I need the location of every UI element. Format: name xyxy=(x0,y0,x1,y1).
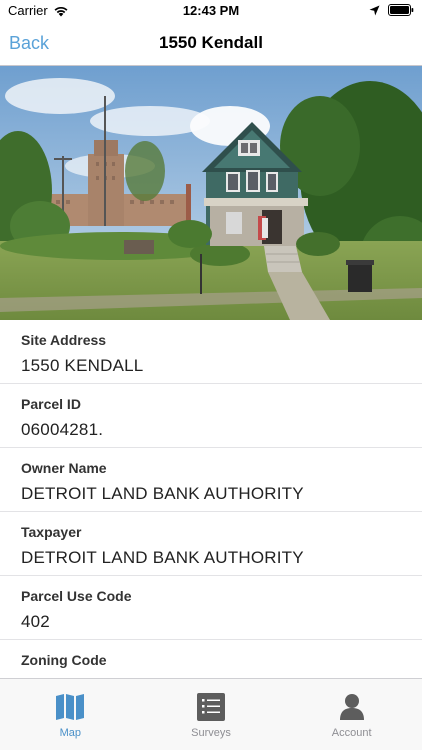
tab-bar: Map Surveys Account xyxy=(0,678,422,750)
navigation-bar: Back 1550 Kendall xyxy=(0,22,422,66)
battery-icon xyxy=(388,4,414,16)
location-arrow-icon xyxy=(369,5,380,15)
field-label: Parcel Use Code xyxy=(21,588,132,604)
status-right xyxy=(369,4,414,16)
page-title: 1550 Kendall xyxy=(159,33,263,52)
tab-label: Surveys xyxy=(191,727,231,739)
status-time: 12:43 PM xyxy=(182,3,240,18)
list-icon xyxy=(197,693,225,721)
field-label: Parcel ID xyxy=(21,396,81,412)
field-value: 06004281. xyxy=(21,420,104,439)
field-value: DETROIT LAND BANK AUTHORITY xyxy=(21,548,304,567)
person-icon xyxy=(339,694,364,720)
tab-account[interactable]: Account xyxy=(281,679,422,750)
detail-row-taxpayer: Taxpayer DETROIT LAND BANK AUTHORITY xyxy=(0,512,422,576)
tab-map[interactable]: Map xyxy=(0,679,141,750)
tab-label: Account xyxy=(331,727,372,739)
detail-row-parcel-use-code: Parcel Use Code 402 xyxy=(0,576,422,640)
detail-row-site-address: Site Address 1550 KENDALL xyxy=(0,320,422,384)
status-bar: Carrier 12:43 PM xyxy=(0,0,422,22)
detail-row-parcel-id: Parcel ID 06004281. xyxy=(0,384,422,448)
property-photo xyxy=(0,66,422,320)
field-label: Taxpayer xyxy=(21,524,82,540)
detail-row-zoning-code: Zoning Code R2 xyxy=(0,640,422,678)
field-value: 1550 KENDALL xyxy=(21,356,144,375)
parcel-details-list[interactable]: Site Address 1550 KENDALL Parcel ID 0600… xyxy=(0,320,422,678)
field-label: Site Address xyxy=(21,332,107,348)
field-value: DETROIT LAND BANK AUTHORITY xyxy=(21,484,304,503)
map-icon xyxy=(56,694,85,720)
detail-row-owner-name: Owner Name DETROIT LAND BANK AUTHORITY xyxy=(0,448,422,512)
street-view-image xyxy=(0,66,422,320)
tab-label: Map xyxy=(59,727,82,739)
field-label: Zoning Code xyxy=(21,652,107,668)
tab-surveys[interactable]: Surveys xyxy=(141,679,282,750)
field-value: 402 xyxy=(21,612,50,631)
field-label: Owner Name xyxy=(21,460,107,476)
